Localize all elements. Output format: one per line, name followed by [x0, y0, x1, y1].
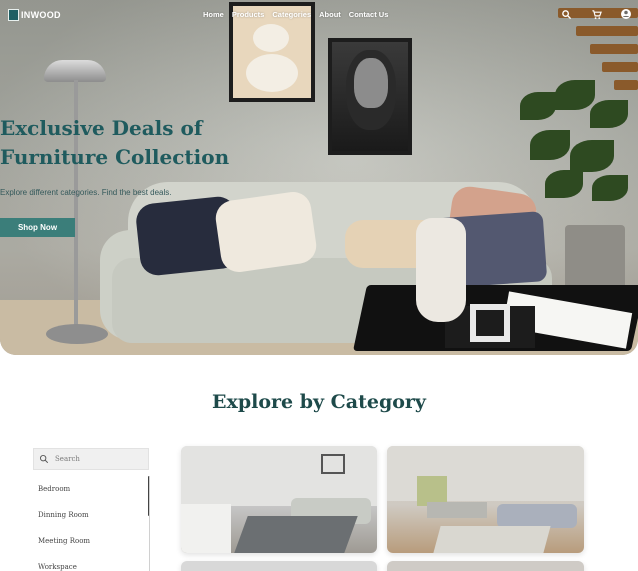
pillow-patterned: [213, 189, 319, 275]
brand-name: INWOOD: [21, 10, 61, 20]
hero-subtitle: Explore different categories. Find the b…: [0, 188, 172, 197]
shop-now-button[interactable]: Shop Now: [0, 218, 75, 237]
category-card-office[interactable]: [387, 561, 584, 571]
category-card-bedroom[interactable]: [181, 561, 377, 571]
category-card-open-plan[interactable]: [387, 446, 584, 553]
category-item-workspace[interactable]: Workspace: [33, 554, 149, 571]
top-navbar: INWOOD Home Products Categories About Co…: [0, 0, 638, 30]
category-search-input[interactable]: [55, 455, 140, 463]
nav-link-home[interactable]: Home: [203, 10, 224, 19]
plant-leaf: [590, 100, 628, 128]
search-icon[interactable]: [560, 8, 572, 20]
section-title: Explore by Category: [212, 391, 426, 413]
plant-leaf: [530, 130, 570, 160]
nav-link-contact[interactable]: Contact Us: [349, 10, 389, 19]
plant-leaf: [555, 80, 595, 110]
vase: [416, 218, 466, 322]
search-icon: [40, 455, 49, 464]
category-list[interactable]: Bedroom Dinning Room Meeting Room Worksp…: [33, 476, 150, 571]
category-search: [33, 448, 149, 470]
nav-links: Home Products Categories About Contact U…: [203, 10, 388, 19]
nav-link-about[interactable]: About: [319, 10, 341, 19]
plant-leaf: [520, 92, 556, 120]
logo-mark-icon: [8, 9, 19, 21]
category-item-bedroom[interactable]: Bedroom: [33, 476, 149, 502]
plant-leaf: [570, 140, 614, 172]
decor-box-lid: [470, 304, 510, 342]
plant-leaf: [592, 175, 628, 201]
account-icon[interactable]: [620, 8, 632, 20]
category-item-dinning-room[interactable]: Dinning Room: [33, 502, 149, 528]
hero-title: Exclusive Deals of Furniture Collection: [0, 116, 230, 169]
hero-banner: INWOOD Home Products Categories About Co…: [0, 0, 638, 355]
floor-lamp-base: [46, 324, 108, 344]
floor-lamp-shade: [44, 60, 106, 82]
nav-icons: [560, 8, 632, 20]
category-sidebar: Bedroom Dinning Room Meeting Room Worksp…: [33, 448, 150, 571]
brand-logo[interactable]: INWOOD: [8, 9, 61, 21]
category-item-meeting-room[interactable]: Meeting Room: [33, 528, 149, 554]
category-card-living-room[interactable]: [181, 446, 377, 553]
cart-icon[interactable]: [590, 8, 602, 20]
nav-link-products[interactable]: Products: [232, 10, 265, 19]
plant-leaf: [545, 170, 583, 198]
nav-link-categories[interactable]: Categories: [272, 10, 311, 19]
category-list-scrollbar[interactable]: [148, 476, 149, 516]
wall-art-portrait: [328, 38, 412, 155]
